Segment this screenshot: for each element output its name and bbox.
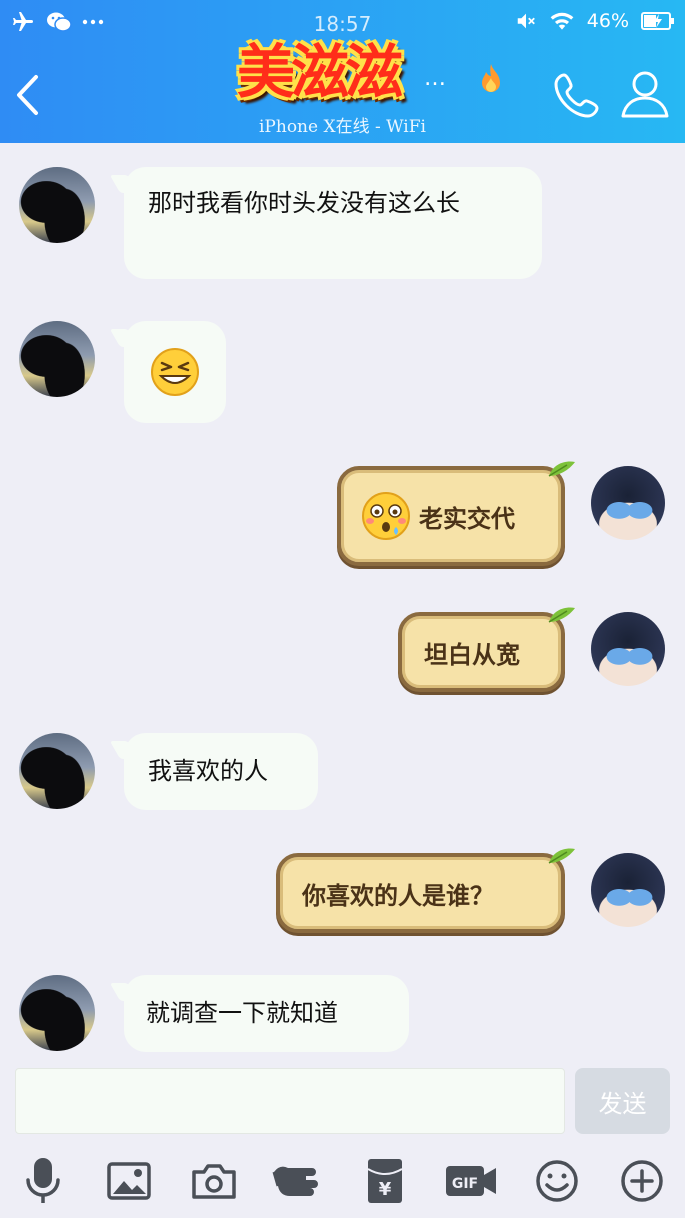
leaf-decoration-icon (548, 461, 575, 477)
message-bubble[interactable] (124, 321, 226, 423)
flame-icon (482, 64, 500, 92)
chat-header: 18:57 46% 美滋滋 … iPhone X在线 - WiFi (0, 0, 685, 143)
contact-name-logo[interactable]: 美滋滋 (208, 33, 428, 111)
message-bubble[interactable]: 老实交代 (337, 461, 575, 566)
message-text: 我喜欢的人 (148, 757, 268, 785)
red-packet-button[interactable]: ¥ (355, 1150, 415, 1212)
message-bubble[interactable]: 我喜欢的人 (124, 733, 318, 810)
poke-icon (272, 1166, 318, 1196)
message-bubble[interactable]: 就调查一下就知道 (124, 975, 409, 1052)
message-text: 你喜欢的人是谁？ (302, 880, 494, 910)
person-icon (621, 71, 669, 118)
gif-button[interactable]: GIF (441, 1150, 501, 1212)
shocked-emoji (362, 492, 410, 540)
leaf-decoration-icon (548, 848, 575, 864)
phone-icon (554, 73, 599, 118)
send-button[interactable]: 发送 (575, 1068, 670, 1134)
plus-icon (621, 1160, 663, 1202)
input-toolbar: ¥ GIF (0, 1150, 685, 1212)
message-bubble[interactable]: 坦白从宽 (398, 607, 575, 692)
message-text: 坦白从宽 (424, 639, 520, 669)
message-text: 就调查一下就知道 (146, 999, 338, 1027)
red-packet-icon: ¥ (367, 1159, 403, 1203)
more-button[interactable] (612, 1150, 672, 1212)
message-bubble[interactable]: 那时我看你时头发没有这么长 (124, 167, 542, 279)
chevron-left-icon (17, 75, 38, 115)
contact-avatar[interactable] (19, 733, 95, 809)
message-text: 那时我看你时头发没有这么长 (148, 189, 460, 217)
gif-icon: GIF (446, 1166, 496, 1196)
grin-squint-emoji (151, 348, 199, 396)
mic-icon (26, 1158, 60, 1203)
image-icon (107, 1162, 151, 1200)
message-text: 老实交代 (419, 503, 515, 533)
contact-name-ellipsis: … (424, 66, 446, 91)
battery-percent: 46% (586, 10, 629, 32)
red-packet-symbol: ¥ (379, 1179, 392, 1200)
my-avatar[interactable] (591, 853, 665, 927)
message-bubble[interactable]: 你喜欢的人是谁？ (276, 848, 575, 933)
emoji-icon (536, 1160, 578, 1202)
wifi-icon (550, 12, 574, 30)
image-button[interactable] (99, 1150, 159, 1212)
emoji-button[interactable] (527, 1150, 587, 1212)
contact-avatar[interactable] (19, 167, 95, 243)
voice-button[interactable] (13, 1150, 73, 1212)
gif-label: GIF (452, 1176, 478, 1192)
call-button[interactable] (552, 70, 602, 120)
camera-button[interactable] (184, 1150, 244, 1212)
camera-icon (192, 1164, 236, 1199)
contact-avatar[interactable] (19, 975, 95, 1051)
my-avatar[interactable] (591, 466, 665, 540)
profile-button[interactable] (618, 68, 672, 120)
poke-button[interactable] (270, 1150, 330, 1212)
leaf-decoration-icon (548, 607, 575, 623)
mute-icon (517, 13, 535, 29)
contact-avatar[interactable] (19, 321, 95, 397)
message-input[interactable] (15, 1068, 565, 1134)
my-avatar[interactable] (591, 612, 665, 686)
battery-charging-icon (641, 12, 674, 30)
